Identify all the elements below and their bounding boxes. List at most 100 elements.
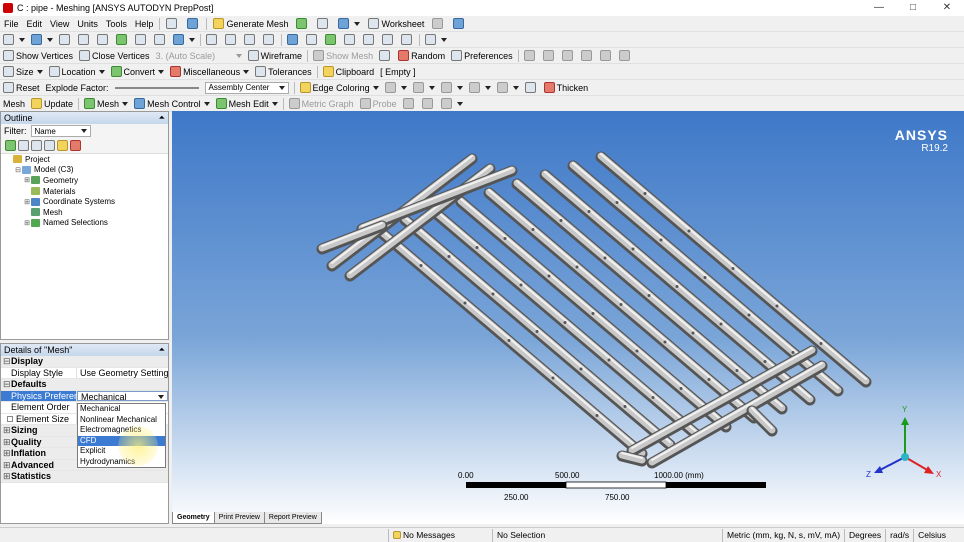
align-icon-6[interactable]	[616, 49, 635, 63]
generate-mesh-button[interactable]: Generate Mesh	[209, 17, 292, 31]
next-icon[interactable]	[31, 140, 42, 151]
collapse-icon[interactable]	[18, 140, 29, 151]
status-temperature[interactable]: Celsius	[913, 528, 950, 542]
status-messages[interactable]: No Messages	[388, 528, 492, 542]
clipboard-button[interactable]: Clipboard	[320, 65, 378, 79]
explode-slider[interactable]	[112, 81, 202, 95]
pin-icon[interactable]	[522, 81, 541, 95]
tab-geometry[interactable]: Geometry	[172, 512, 215, 524]
next-view-icon[interactable]	[379, 33, 398, 47]
menu-units[interactable]: Units	[73, 17, 102, 31]
status-rate[interactable]: rad/s	[885, 528, 913, 542]
assembly-center-dropdown[interactable]: Assembly Center	[202, 81, 292, 95]
tolerances-button[interactable]: Tolerances	[252, 65, 315, 79]
pan-icon[interactable]	[222, 33, 241, 47]
mesh-edit-dropdown[interactable]: Mesh Edit	[213, 97, 281, 111]
status-units[interactable]: Metric (mm, kg, N, s, mV, mA)	[722, 528, 844, 542]
tree-node-materials[interactable]: Materials	[1, 186, 168, 197]
auto-scale-dropdown[interactable]: 3. (Auto Scale)	[153, 49, 245, 63]
sort-icon[interactable]	[70, 140, 81, 151]
box-zoom-icon[interactable]	[260, 33, 279, 47]
menu-help[interactable]: Help	[131, 17, 158, 31]
vertex-select-icon[interactable]	[56, 33, 75, 47]
show-vertices-button[interactable]: Show Vertices	[0, 49, 76, 63]
menu-file[interactable]: File	[0, 17, 23, 31]
probe-icon-2[interactable]	[400, 97, 419, 111]
scissors-icon[interactable]	[376, 49, 395, 63]
select-filter-icon[interactable]	[0, 33, 28, 47]
update-button[interactable]: Update	[28, 97, 76, 111]
close-button[interactable]: ✕	[930, 0, 964, 16]
edge-style-icon-5[interactable]	[494, 81, 522, 95]
edge-style-icon-2[interactable]	[410, 81, 438, 95]
edge-style-icon-4[interactable]	[466, 81, 494, 95]
chevron-down-icon[interactable]	[158, 394, 164, 399]
group-statistics[interactable]: ⊞ Statistics	[1, 471, 168, 483]
random-button[interactable]: Random	[395, 49, 448, 63]
body-select-icon[interactable]	[113, 33, 132, 47]
mesh-dropdown[interactable]: Mesh	[81, 97, 131, 111]
cursor-icon[interactable]	[428, 17, 449, 31]
reset-button[interactable]: Reset	[0, 81, 43, 95]
tree-node-model-c3[interactable]: ⊟ Model (C3)	[1, 165, 168, 176]
expand-icon[interactable]	[5, 140, 16, 151]
tree-node-geometry[interactable]: ⊞ Geometry	[1, 175, 168, 186]
display-mode-icon[interactable]	[438, 97, 466, 111]
physics-preference-value[interactable]: Mechanical	[81, 392, 127, 401]
zoom-icon[interactable]	[241, 33, 260, 47]
node-select-icon[interactable]	[132, 33, 151, 47]
tree-expander[interactable]: ⊞	[23, 176, 31, 184]
defaults-group[interactable]: ⊟ Defaults	[1, 379, 168, 391]
tree-expander[interactable]: ⊞	[23, 198, 31, 206]
menu-tools[interactable]: Tools	[102, 17, 131, 31]
status-angle[interactable]: Degrees	[844, 528, 885, 542]
show-mesh-button[interactable]: Show Mesh	[310, 49, 376, 63]
tree-node-mesh[interactable]: Mesh	[1, 207, 168, 218]
location-button[interactable]: Location	[46, 65, 108, 79]
camera-icon[interactable]	[334, 17, 364, 31]
align-icon-4[interactable]	[578, 49, 597, 63]
menu-edit[interactable]: Edit	[23, 17, 47, 31]
image-icon[interactable]	[292, 17, 313, 31]
pipe-model[interactable]: 0.00 500.00 1000.00 (mm) 250.00 750.00 Y…	[172, 111, 964, 524]
extend-select-icon[interactable]	[170, 33, 198, 47]
tab-print-preview[interactable]: Print Preview	[213, 512, 265, 524]
align-icon-1[interactable]	[521, 49, 540, 63]
tab-report-preview[interactable]: Report Preview	[263, 512, 322, 524]
minimize-button[interactable]: —	[862, 0, 896, 16]
probe-button[interactable]: Probe	[357, 97, 400, 111]
close-vertices-button[interactable]: Close Vertices	[76, 49, 153, 63]
annotation-icon[interactable]	[313, 17, 334, 31]
miscellaneous-button[interactable]: Miscellaneous	[167, 65, 252, 79]
edge-select-icon[interactable]	[75, 33, 94, 47]
layout-icon[interactable]	[422, 33, 450, 47]
display-style-row[interactable]: Display Style Use Geometry Setting	[1, 367, 168, 379]
zoom-green-icon[interactable]	[322, 33, 341, 47]
face-select-icon[interactable]	[94, 33, 113, 47]
tree-node-named-selections[interactable]: ⊞ Named Selections	[1, 218, 168, 229]
folder-icon[interactable]	[57, 140, 68, 151]
dropdown-option-nonlinear-mechanical[interactable]: Nonlinear Mechanical	[78, 415, 165, 426]
select-icon[interactable]	[162, 17, 183, 31]
dropdown-option-mechanical[interactable]: Mechanical	[78, 404, 165, 415]
select-mode-icon[interactable]	[183, 17, 204, 31]
pin-icon[interactable]: ⏶	[159, 344, 165, 356]
iso-view-icon[interactable]	[398, 33, 417, 47]
zoom-fit-icon[interactable]	[284, 33, 303, 47]
tree-node-project[interactable]: Project	[1, 154, 168, 165]
tree-expander[interactable]: ⊞	[23, 219, 31, 227]
previous-view-icon[interactable]	[360, 33, 379, 47]
tree-expand-icon[interactable]	[44, 140, 55, 151]
probe-icon-3[interactable]	[419, 97, 438, 111]
edge-coloring-button[interactable]: Edge Coloring	[297, 81, 382, 95]
wireframe-button[interactable]: Wireframe	[245, 49, 306, 63]
preferences-button[interactable]: Preferences	[448, 49, 516, 63]
graphics-viewport[interactable]: ANSYS R19.2 0.00 500.00 1000.00 (mm) 250…	[172, 111, 964, 524]
metric-graph-button[interactable]: Metric Graph	[286, 97, 357, 111]
size-button[interactable]: Size	[0, 65, 46, 79]
thicken-button[interactable]: Thicken	[541, 81, 592, 95]
maximize-button[interactable]: □	[896, 0, 930, 16]
edge-style-icon-3[interactable]	[438, 81, 466, 95]
rotate-icon[interactable]	[203, 33, 222, 47]
edge-style-icon-1[interactable]	[382, 81, 410, 95]
